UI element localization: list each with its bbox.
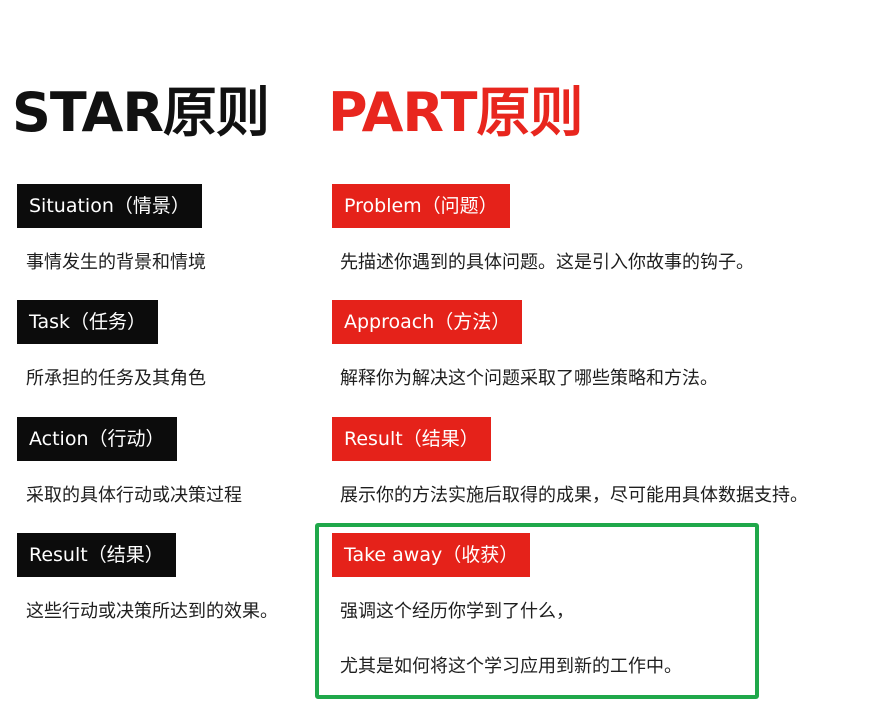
star-action-desc: 采取的具体行动或决策过程 xyxy=(26,485,242,506)
star-task-tag: Task（任务） xyxy=(17,300,159,344)
part-approach-tag: Approach（方法） xyxy=(332,300,523,344)
star-task-desc: 所承担的任务及其角色 xyxy=(26,368,206,389)
part-takeaway-desc-2: 尤其是如何将这个学习应用到新的工作中。 xyxy=(340,656,682,677)
star-action-tag: Action（行动） xyxy=(17,417,177,461)
star-title: STAR原则 xyxy=(12,81,270,144)
part-result-tag: Result（结果） xyxy=(332,417,491,461)
part-problem-tag: Problem（问题） xyxy=(332,184,510,228)
part-title: PART原则 xyxy=(328,81,583,144)
part-takeaway-tag: Take away（收获） xyxy=(332,533,531,577)
part-result-desc: 展示你的方法实施后取得的成果，尽可能用具体数据支持。 xyxy=(340,485,808,506)
part-approach-desc: 解释你为解决这个问题采取了哪些策略和方法。 xyxy=(340,368,718,389)
star-result-desc: 这些行动或决策所达到的效果。 xyxy=(26,601,278,622)
star-result-tag: Result（结果） xyxy=(17,533,176,577)
star-situation-desc: 事情发生的背景和情境 xyxy=(26,252,206,273)
part-problem-desc: 先描述你遇到的具体问题。这是引入你故事的钩子。 xyxy=(340,252,754,273)
part-takeaway-desc: 强调这个经历你学到了什么， xyxy=(340,601,574,622)
star-situation-tag: Situation（情景） xyxy=(17,184,202,228)
